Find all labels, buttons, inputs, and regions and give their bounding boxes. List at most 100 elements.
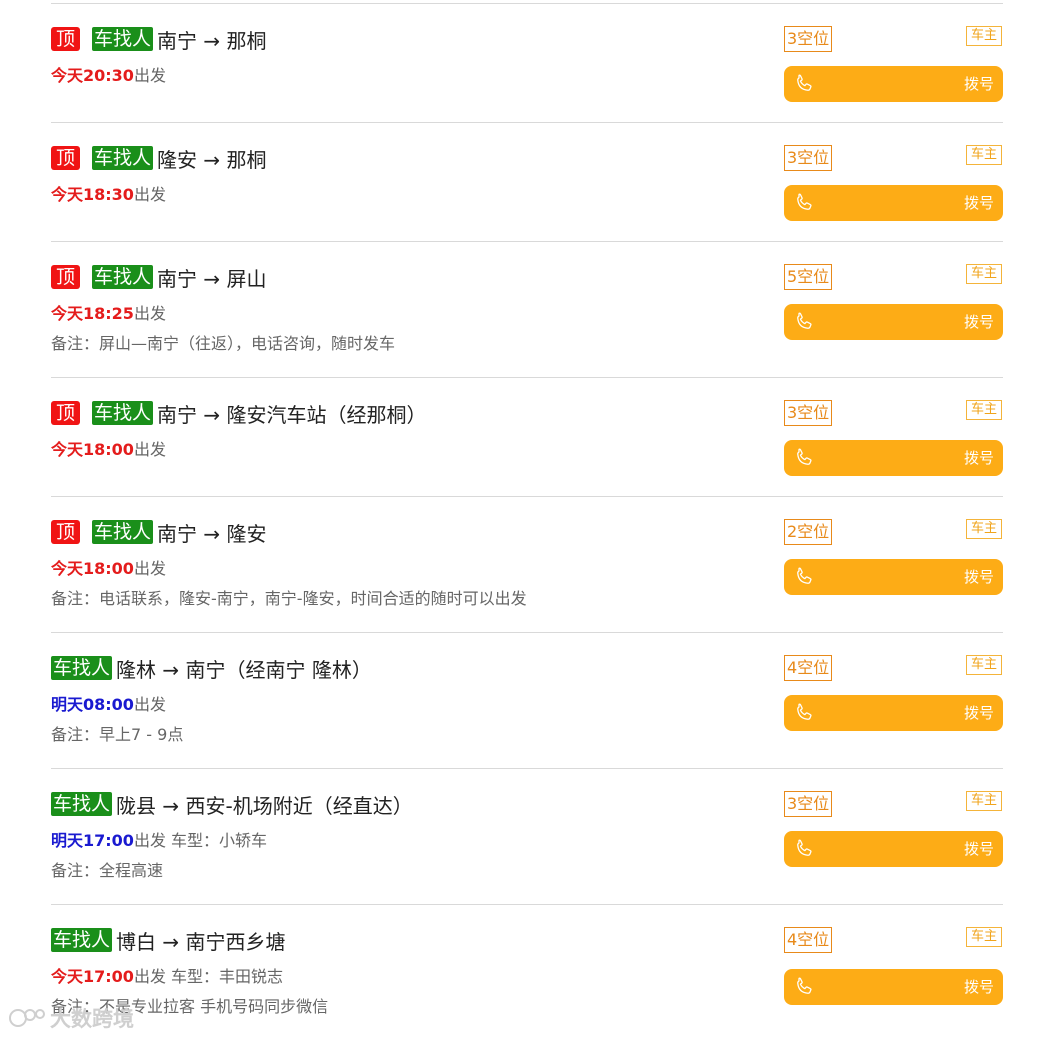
dial-button[interactable]: 拨号	[784, 559, 1003, 595]
trip-title-row: 顶 车找人 南宁 → 隆安汽车站（经那桐）	[51, 399, 427, 428]
seats-available: 3空位	[784, 400, 833, 426]
owner-badge: 车主	[966, 519, 1003, 539]
dial-label: 拨号	[963, 568, 994, 586]
dial-button[interactable]: 拨号	[784, 969, 1003, 1005]
note-text: 早上7 - 9点	[99, 725, 184, 744]
note-prefix: 备注：	[51, 589, 100, 608]
departure-row: 今天18:30出发	[51, 181, 166, 205]
route-from: 南宁	[157, 521, 198, 546]
depart-suffix: 出发	[133, 967, 166, 986]
phone-icon	[797, 839, 812, 856]
trip-item[interactable]: 顶 车找人 隆安 → 那桐 今天18:30出发 3空位 车主 拨号	[51, 122, 1003, 241]
owner-badge: 车主	[966, 400, 1003, 420]
owner-badge: 车主	[966, 145, 1003, 165]
route-to: 南宁西乡塘	[185, 929, 286, 954]
route-arrow: →	[203, 266, 221, 291]
dial-button[interactable]: 拨号	[784, 304, 1003, 340]
trip-list: 顶 车找人 南宁 → 那桐 今天20:30出发 3空位 车主 拨号 顶 车找人 …	[51, 3, 1003, 1040]
trip-title-row: 顶 车找人 隆安 → 那桐	[51, 144, 267, 173]
car-seek-badge: 车找人	[51, 656, 113, 680]
note-text: 全程高速	[99, 861, 164, 880]
dial-button[interactable]: 拨号	[784, 831, 1003, 867]
departure-row: 今天20:30出发	[51, 62, 166, 86]
pinned-badge: 顶	[51, 27, 81, 51]
route-to: 那桐	[226, 28, 267, 53]
route-arrow: →	[203, 147, 221, 172]
trip-title-row: 车找人 隆林 → 南宁（经南宁 隆林）	[51, 655, 372, 682]
pinned-badge: 顶	[51, 265, 81, 289]
watermark-text: 大数跨境	[50, 1007, 134, 1031]
note-text: 电话联系，隆安-南宁，南宁-隆安，时间合适的随时可以出发	[99, 589, 527, 608]
dial-label: 拨号	[963, 704, 994, 722]
trip-route: 南宁 → 隆安	[157, 518, 266, 547]
car-seek-badge: 车找人	[51, 792, 113, 816]
trip-note: 备注：全程高速	[51, 857, 163, 881]
route-to: 那桐	[226, 147, 267, 172]
owner-badge: 车主	[966, 26, 1003, 46]
note-text: 屏山—南宁（往返），电话咨询，随时发车	[99, 334, 396, 353]
trip-route: 南宁 → 隆安汽车站（经那桐）	[157, 399, 426, 428]
departure-row: 今天17:00出发 车型：丰田锐志	[51, 963, 283, 987]
phone-icon	[797, 703, 812, 720]
seats-available: 3空位	[784, 26, 833, 52]
trip-route: 南宁 → 那桐	[157, 25, 266, 54]
trip-title-row: 顶 车找人 南宁 → 那桐	[51, 25, 267, 54]
dial-button[interactable]: 拨号	[784, 440, 1003, 476]
dial-button[interactable]: 拨号	[784, 185, 1003, 221]
departure-time: 明天08:00	[51, 695, 134, 714]
note-prefix: 备注：	[51, 861, 100, 880]
seats-available: 2空位	[784, 519, 833, 545]
route-arrow: →	[162, 793, 180, 818]
depart-suffix: 出发	[133, 304, 166, 323]
trip-item[interactable]: 顶 车找人 南宁 → 屏山 今天18:25出发 备注：屏山—南宁（往返），电话咨…	[51, 241, 1003, 377]
route-to: 隆安	[226, 521, 267, 546]
trip-item[interactable]: 顶 车找人 南宁 → 那桐 今天20:30出发 3空位 车主 拨号	[51, 3, 1003, 122]
trip-item[interactable]: 车找人 博白 → 南宁西乡塘 今天17:00出发 车型：丰田锐志 备注：不是专业…	[51, 904, 1003, 1040]
dial-label: 拨号	[963, 840, 994, 858]
phone-icon	[797, 312, 812, 329]
trip-item[interactable]: 顶 车找人 南宁 → 隆安 今天18:00出发 备注：电话联系，隆安-南宁，南宁…	[51, 496, 1003, 632]
owner-badge: 车主	[966, 791, 1003, 811]
route-arrow: →	[162, 929, 180, 954]
dial-label: 拨号	[963, 978, 994, 996]
dial-button[interactable]: 拨号	[784, 695, 1003, 731]
trip-title-row: 顶 车找人 南宁 → 屏山	[51, 264, 267, 291]
departure-time: 今天20:30	[51, 66, 134, 85]
trip-title-row: 车找人 陇县 → 西安-机场附近（经直达）	[51, 790, 413, 819]
car-seek-badge: 车找人	[92, 265, 154, 289]
dial-label: 拨号	[963, 75, 994, 93]
departure-row: 今天18:25出发	[51, 300, 166, 324]
departure-time: 今天18:30	[51, 185, 134, 204]
owner-badge: 车主	[966, 927, 1003, 947]
departure-time: 今天18:00	[51, 559, 134, 578]
route-arrow: →	[203, 28, 221, 53]
route-arrow: →	[203, 402, 221, 427]
departure-row: 今天18:00出发	[51, 436, 166, 460]
departure-time: 今天18:25	[51, 304, 134, 323]
seats-available: 5空位	[784, 264, 833, 290]
seats-available: 4空位	[784, 927, 833, 953]
logo-icon	[9, 1009, 45, 1027]
note-prefix: 备注：	[51, 334, 100, 353]
phone-icon	[797, 448, 812, 465]
trip-note: 备注：早上7 - 9点	[51, 721, 183, 745]
depart-suffix: 出发	[133, 66, 166, 85]
trip-note: 备注：屏山—南宁（往返），电话咨询，随时发车	[51, 330, 395, 354]
trip-route: 隆安 → 那桐	[157, 144, 266, 173]
depart-suffix: 出发	[133, 831, 166, 850]
route-to: 隆安汽车站（经那桐）	[226, 402, 427, 427]
route-from: 南宁	[157, 28, 198, 53]
seats-available: 3空位	[784, 791, 833, 817]
trip-item[interactable]: 车找人 陇县 → 西安-机场附近（经直达） 明天17:00出发 车型：小轿车 备…	[51, 768, 1003, 904]
phone-icon	[797, 977, 812, 994]
pinned-badge: 顶	[51, 146, 81, 170]
route-to: 南宁（经南宁 隆林）	[185, 657, 372, 682]
seats-available: 4空位	[784, 655, 833, 681]
phone-icon	[797, 567, 812, 584]
trip-route: 陇县 → 西安-机场附近（经直达）	[116, 790, 413, 819]
route-from: 隆安	[157, 147, 198, 172]
trip-item[interactable]: 顶 车找人 南宁 → 隆安汽车站（经那桐） 今天18:00出发 3空位 车主 拨…	[51, 377, 1003, 496]
dial-button[interactable]: 拨号	[784, 66, 1003, 102]
route-from: 隆林	[116, 657, 157, 682]
trip-item[interactable]: 车找人 隆林 → 南宁（经南宁 隆林） 明天08:00出发 备注：早上7 - 9…	[51, 632, 1003, 768]
